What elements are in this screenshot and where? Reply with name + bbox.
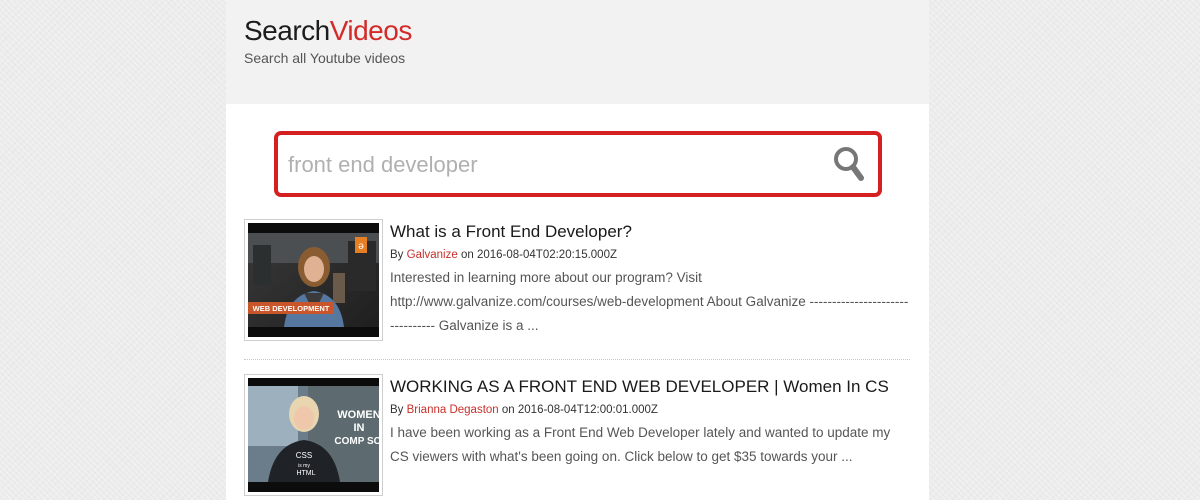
- video-thumbnail[interactable]: ǝ WEB DEVELOPMENT: [244, 219, 383, 341]
- svg-text:ǝ: ǝ: [358, 241, 364, 252]
- thumbnail-image: CSS is my HTML WOMEN IN COMP SCI: [248, 378, 379, 492]
- result-item: CSS is my HTML WOMEN IN COMP SCI WORKING…: [244, 374, 910, 500]
- thumbnail-caption: WEB DEVELOPMENT: [253, 304, 330, 313]
- thumbnail-image: ǝ WEB DEVELOPMENT: [248, 223, 379, 337]
- shirt-text-line1: CSS: [296, 451, 312, 460]
- on-label: on: [501, 404, 515, 416]
- logo-search-text: Search: [244, 15, 330, 46]
- on-label: on: [460, 249, 474, 261]
- shirt-text-line3: HTML: [296, 470, 315, 477]
- video-meta: By Brianna Degaston on 2016-08-04T12:00:…: [390, 401, 910, 419]
- main-container: SearchVideos Search all Youtube videos f…: [226, 0, 929, 500]
- shirt-text-line2: is my: [298, 463, 310, 469]
- site-logo[interactable]: SearchVideos: [244, 14, 929, 48]
- publish-date: 2016-08-04T02:20:15.000Z: [476, 249, 617, 261]
- result-body: WORKING AS A FRONT END WEB DEVELOPER | W…: [390, 376, 910, 469]
- results-list: ǝ WEB DEVELOPMENT What is a Front End De…: [244, 219, 910, 500]
- video-description: Interested in learning more about our pr…: [390, 270, 909, 333]
- video-thumbnail[interactable]: CSS is my HTML WOMEN IN COMP SCI: [244, 374, 383, 496]
- publish-date: 2016-08-04T12:00:01.000Z: [517, 404, 658, 416]
- site-tagline: Search all Youtube videos: [244, 50, 406, 66]
- search-button[interactable]: [832, 145, 866, 183]
- by-label: By: [390, 249, 404, 261]
- result-body: What is a Front End Developer? By Galvan…: [390, 221, 910, 338]
- thumbnail-caption-line1: WOMEN: [337, 409, 379, 421]
- search-input[interactable]: [286, 143, 830, 187]
- site-header: SearchVideos Search all Youtube videos: [226, 0, 929, 104]
- search-icon: [834, 147, 864, 181]
- thumbnail-caption-line2: IN: [354, 422, 365, 434]
- thumbnail-caption-line3: COMP SCI: [334, 436, 379, 447]
- logo-videos-text: Videos: [329, 15, 413, 46]
- video-meta: By Galvanize on 2016-08-04T02:20:15.000Z: [390, 246, 910, 264]
- search-bar: [274, 131, 882, 197]
- video-title[interactable]: What is a Front End Developer?: [390, 221, 910, 243]
- video-description: I have been working as a Front End Web D…: [390, 425, 891, 464]
- result-item: ǝ WEB DEVELOPMENT What is a Front End De…: [244, 219, 910, 360]
- channel-link[interactable]: Galvanize: [407, 249, 458, 261]
- by-label: By: [390, 404, 404, 416]
- channel-link[interactable]: Brianna Degaston: [407, 404, 499, 416]
- video-title[interactable]: WORKING AS A FRONT END WEB DEVELOPER | W…: [390, 376, 910, 398]
